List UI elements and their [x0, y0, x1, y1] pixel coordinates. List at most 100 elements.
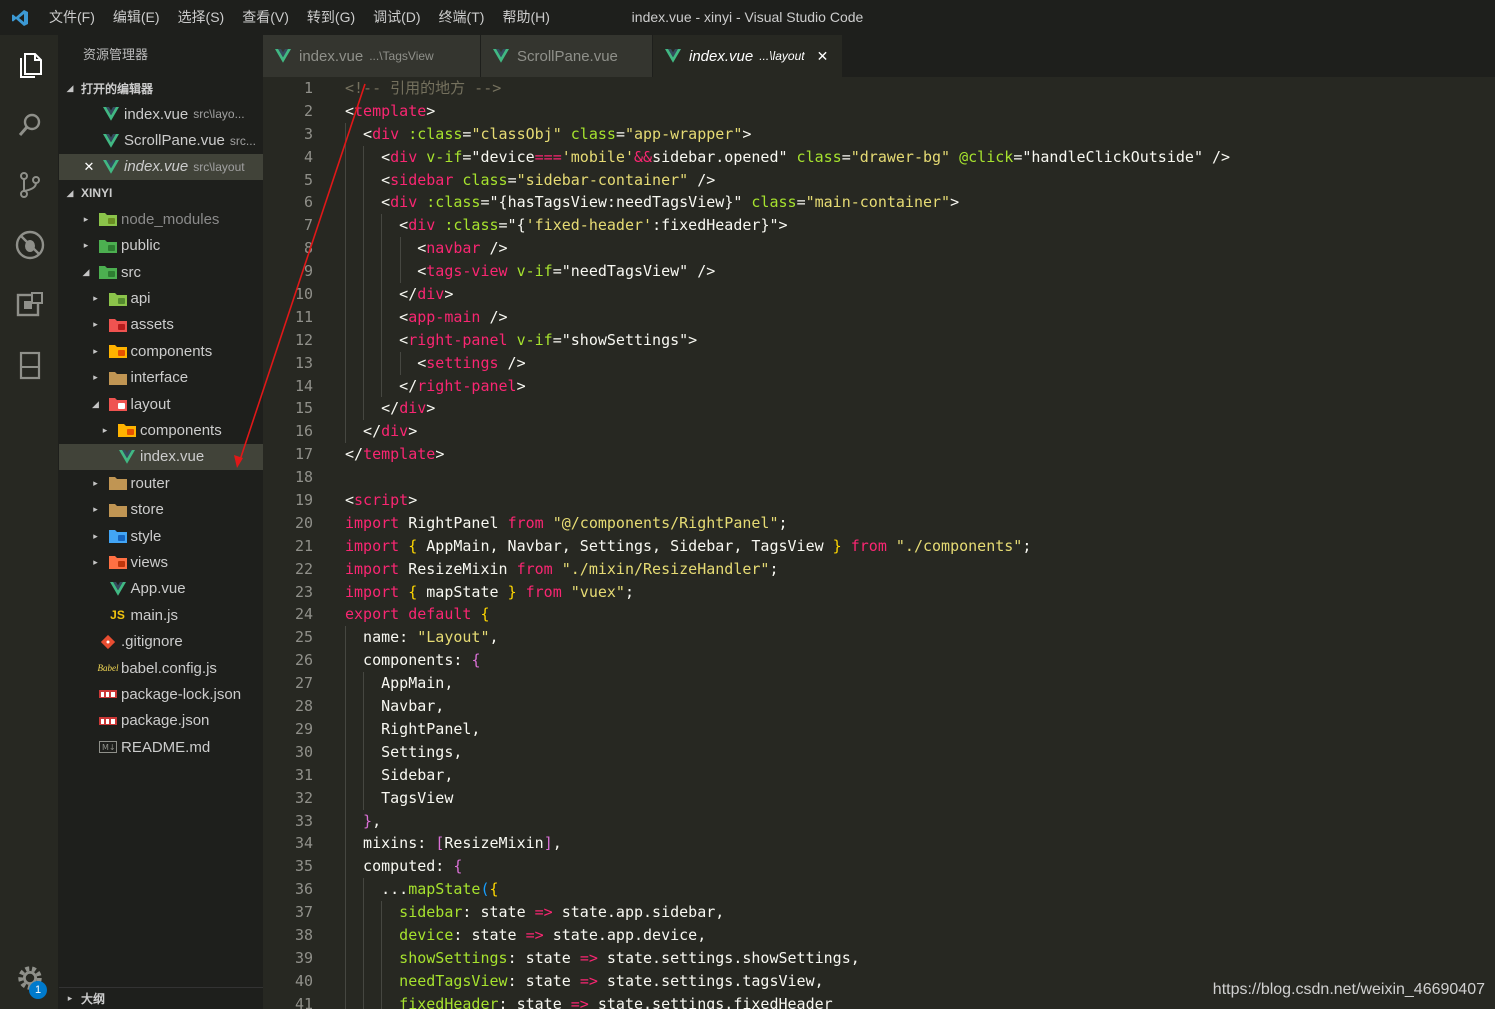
- line-number: 25: [294, 628, 313, 647]
- code-token: hasTagsView: [507, 193, 607, 212]
- tree-item[interactable]: ▸ router: [59, 470, 263, 496]
- menu-item[interactable]: 编辑(E): [104, 0, 169, 35]
- code-line: 32 TagsView: [263, 786, 1495, 810]
- vue-file-icon: [275, 49, 291, 63]
- code-line: 22 import ResizeMixin from "./mixin/Resiz…: [263, 558, 1495, 581]
- code-token: import: [345, 582, 400, 601]
- code-token: app-main: [408, 307, 481, 326]
- explorer-icon[interactable]: [0, 35, 59, 95]
- code-content: <right-panel v-if="showSettings">: [313, 328, 698, 352]
- menu-item[interactable]: 终端(T): [430, 0, 494, 35]
- code-token: />: [480, 239, 508, 258]
- search-icon[interactable]: [0, 95, 59, 155]
- code-token: " />: [679, 262, 716, 281]
- settings-gear-icon[interactable]: 1: [0, 953, 59, 1003]
- tab-1[interactable]: index.vue ...\TagsView: [263, 35, 481, 77]
- close-icon[interactable]: ✕: [78, 159, 100, 175]
- code-line: 36 ...mapState({: [263, 878, 1495, 902]
- menu-item[interactable]: 转到(G): [298, 0, 364, 35]
- source-control-icon[interactable]: [0, 155, 59, 215]
- tab-2[interactable]: ScrollPane.vue: [481, 35, 653, 77]
- tree-item[interactable]: package-lock.json: [59, 681, 263, 707]
- code-token: state: [525, 971, 580, 990]
- code-token: >: [950, 193, 960, 212]
- code-content: Settings,: [313, 740, 462, 764]
- folder-icon: [107, 473, 129, 493]
- tree-item[interactable]: App.vue: [59, 576, 263, 602]
- extensions-icon[interactable]: [0, 275, 59, 335]
- vue-file-icon: [100, 157, 122, 177]
- code-token: >: [426, 101, 436, 120]
- tree-item[interactable]: package.json: [59, 708, 263, 734]
- tree-item[interactable]: ▸ style: [59, 523, 263, 549]
- code-token: state: [471, 925, 526, 944]
- tree-item[interactable]: ▸ components: [59, 417, 263, 443]
- code-token: "./components": [886, 536, 1023, 555]
- tree-item[interactable]: ▸ node_modules: [59, 206, 263, 232]
- tree-item-label: babel.config.js: [121, 659, 217, 677]
- menu-bar: 文件(F) 编辑(E) 选择(S) 查看(V) 转到(G) 调试(D) 终端(T) 帮助(H): [40, 0, 559, 35]
- vue-file-icon: [493, 49, 509, 63]
- open-editor-item[interactable]: index.vue src\layo...: [59, 101, 263, 127]
- remote-explorer-icon[interactable]: [0, 335, 59, 395]
- tree-item[interactable]: Babel babel.config.js: [59, 655, 263, 681]
- code-content: <app-main />: [313, 305, 508, 329]
- code-token: }: [832, 536, 842, 555]
- open-editor-item[interactable]: ✕ index.vue src\layout: [59, 153, 263, 181]
- code-token: TagsView: [345, 788, 454, 807]
- tree-item[interactable]: ▸ interface: [59, 365, 263, 391]
- code-token: [: [435, 834, 445, 853]
- activity-bar: 1: [0, 35, 59, 1009]
- folder-icon: [107, 368, 129, 388]
- node-icon: [97, 209, 119, 229]
- code-line: 30 Settings,: [263, 740, 1495, 764]
- tree-item[interactable]: ▸ assets: [59, 312, 263, 338]
- tree-item[interactable]: JS main.js: [59, 602, 263, 628]
- code-editor[interactable]: 1 <!-- 引用的地方 --> 2 <template> 3 <div :class=…: [263, 77, 1495, 1009]
- tree-item[interactable]: ▸ store: [59, 496, 263, 522]
- tree-item[interactable]: ▸ public: [59, 233, 263, 259]
- code-token: state: [480, 903, 535, 922]
- close-icon[interactable]: ✕: [817, 48, 829, 65]
- open-editor-item[interactable]: ScrollPane.vue src...: [59, 127, 263, 153]
- open-editors-header[interactable]: ◢ 打开的编辑器: [59, 75, 263, 101]
- menu-item[interactable]: 文件(F): [40, 0, 104, 35]
- code-token: sidebar: [390, 170, 454, 189]
- views-icon: [107, 552, 129, 572]
- code-content: fixedHeader: state => state.settings.fix…: [313, 992, 833, 1009]
- open-editor-path: src\layout: [193, 159, 245, 174]
- open-editor-name: ScrollPane.vue: [124, 132, 225, 150]
- line-number: 16: [294, 422, 313, 441]
- menu-item[interactable]: 选择(S): [169, 0, 234, 35]
- tree-item[interactable]: ▸ api: [59, 285, 263, 311]
- tree-item[interactable]: M↓ README.md: [59, 734, 263, 760]
- tree-item[interactable]: ◢ layout: [59, 391, 263, 417]
- tree-item[interactable]: ▸ components: [59, 338, 263, 364]
- code-token: sidebar.opened: [652, 147, 779, 166]
- code-token: ="{: [498, 216, 526, 235]
- settings-badge: 1: [29, 981, 47, 999]
- debug-icon[interactable]: [0, 215, 59, 275]
- outline-header[interactable]: ▸ 大纲: [59, 987, 263, 1009]
- menu-item[interactable]: 帮助(H): [493, 0, 558, 35]
- code-line: 8 <navbar />: [263, 237, 1495, 261]
- line-number: 24: [294, 605, 313, 624]
- menu-item[interactable]: 查看(V): [233, 0, 298, 35]
- vue-icon: [107, 579, 129, 599]
- line-number: 3: [303, 124, 313, 143]
- tree-item[interactable]: ▸ views: [59, 549, 263, 575]
- project-header[interactable]: ◢ XINYI: [59, 180, 263, 206]
- explorer-title: 资源管理器: [83, 47, 149, 62]
- tree-item[interactable]: ◢ src: [59, 259, 263, 285]
- tree-item[interactable]: index.vue: [59, 443, 263, 471]
- code-content: ...mapState({: [313, 878, 499, 902]
- code-token: ">: [679, 330, 698, 349]
- menu-item[interactable]: 调试(D): [364, 0, 429, 35]
- chevron-right-icon: ▸: [93, 530, 98, 541]
- tree-item[interactable]: .gitignore: [59, 628, 263, 654]
- git-icon: [97, 632, 119, 652]
- code-line: 33 },: [263, 809, 1495, 833]
- tab-3[interactable]: index.vue ...\layout ✕: [653, 35, 844, 77]
- code-token: </: [345, 399, 400, 418]
- code-token: name:: [345, 628, 418, 647]
